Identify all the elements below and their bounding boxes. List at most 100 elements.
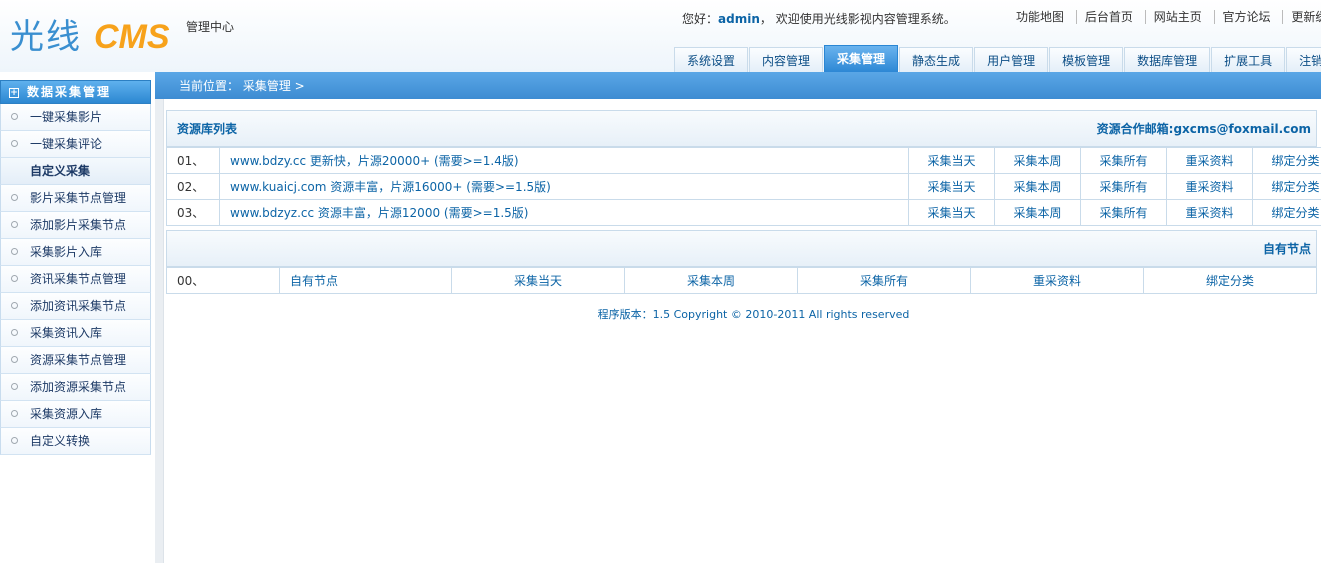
sidebar-item-news-nodes[interactable]: 资讯采集节点管理 [0, 266, 151, 293]
collect-all-link[interactable]: 采集所有 [1080, 147, 1167, 174]
table-row: 03、 www.bdzyz.cc 资源丰富，片源12000 (需要>=1.5版)… [166, 199, 1321, 226]
welcome-suffix: ， 欢迎使用光线影视内容管理系统。 [759, 12, 956, 26]
sidebar-item-import-movies[interactable]: 采集影片入库 [0, 239, 151, 266]
bind-category-link[interactable]: 绑定分类 [1143, 267, 1317, 294]
top-link-function-map[interactable]: 功能地图 [1008, 10, 1072, 24]
bind-category-link[interactable]: 绑定分类 [1252, 199, 1321, 226]
sidebar-item-label: 采集资讯入库 [30, 326, 103, 340]
top-link-forum[interactable]: 官方论坛 [1213, 10, 1279, 24]
sidebar-item-label: 资源采集节点管理 [30, 353, 127, 367]
resource-list-panel: 资源库列表 资源合作邮箱:gxcms@foxmail.com 01、 www.b… [166, 110, 1321, 226]
recollect-link[interactable]: 重采资料 [1166, 147, 1253, 174]
sidebar-item-label: 一键采集评论 [30, 137, 103, 151]
sidebar-item-resource-nodes[interactable]: 资源采集节点管理 [0, 347, 151, 374]
sidebar-item-custom-convert[interactable]: 自定义转换 [0, 428, 151, 455]
welcome-prefix: 您好： [682, 12, 719, 26]
bullet-icon [11, 140, 18, 147]
sidebar-item-label: 添加资讯采集节点 [30, 299, 127, 313]
bullet-icon [11, 275, 18, 282]
bullet-icon [11, 410, 18, 417]
tab-system-settings[interactable]: 系统设置 [674, 47, 749, 73]
sidebar-item-add-news-node[interactable]: 添加资讯采集节点 [0, 293, 151, 320]
bullet-icon [11, 383, 18, 390]
breadcrumb: 当前位置： 采集管理 > [179, 72, 305, 100]
top-links: 功能地图 后台首页 网站主页 官方论坛 更新缓存 [1008, 10, 1321, 24]
resource-link[interactable]: www.kuaicj.com 资源丰富，片源16000+ (需要>=1.5版) [219, 173, 909, 200]
resource-list-title: 资源库列表 [177, 122, 238, 136]
bind-category-link[interactable]: 绑定分类 [1252, 147, 1321, 174]
sidebar: + 数据采集管理 一键采集影片 一键采集评论 自定义采集 影片采集节点管理 添加影… [0, 80, 151, 455]
top-link-admin-home[interactable]: 后台首页 [1075, 10, 1141, 24]
bind-category-link[interactable]: 绑定分类 [1252, 173, 1321, 200]
sidebar-item-label: 自定义转换 [30, 434, 91, 448]
collect-today-link[interactable]: 采集当天 [908, 199, 995, 226]
collect-today-link[interactable]: 采集当天 [451, 267, 625, 294]
resource-link[interactable]: www.bdzy.cc 更新快，片源20000+ (需要>=1.4版) [219, 147, 909, 174]
row-number: 02、 [166, 173, 220, 200]
contact-email: 资源合作邮箱:gxcms@foxmail.com [1096, 122, 1311, 136]
tab-collection-management[interactable]: 采集管理 [824, 45, 899, 73]
recollect-link[interactable]: 重采资料 [1166, 173, 1253, 200]
top-link-site-home[interactable]: 网站主页 [1144, 10, 1210, 24]
bullet-icon [11, 329, 18, 336]
sidebar-item-add-resource-node[interactable]: 添加资源采集节点 [0, 374, 151, 401]
breadcrumb-path[interactable]: 采集管理 > [243, 79, 305, 93]
own-nodes-header: 自有节点 [166, 230, 1317, 267]
sidebar-item-import-resources[interactable]: 采集资源入库 [0, 401, 151, 428]
own-nodes-table: 00、 自有节点 采集当天 采集本周 采集所有 重采资料 绑定分类 [166, 267, 1317, 294]
tab-user-management[interactable]: 用户管理 [974, 47, 1049, 73]
sidebar-item-import-news[interactable]: 采集资讯入库 [0, 320, 151, 347]
resource-table: 01、 www.bdzy.cc 更新快，片源20000+ (需要>=1.4版) … [166, 147, 1321, 226]
sidebar-item-movie-nodes[interactable]: 影片采集节点管理 [0, 185, 151, 212]
tab-logout[interactable]: 注销登录 [1286, 47, 1321, 73]
tab-content-management[interactable]: 内容管理 [749, 47, 824, 73]
bullet-icon [11, 437, 18, 444]
own-nodes-panel: 自有节点 00、 自有节点 采集当天 采集本周 采集所有 重采资料 绑定分类 [166, 230, 1317, 294]
breadcrumb-prefix: 当前位置： [179, 79, 240, 93]
bullet-icon [11, 221, 18, 228]
tab-template-management[interactable]: 模板管理 [1049, 47, 1124, 73]
collect-all-link[interactable]: 采集所有 [797, 267, 971, 294]
username: admin [718, 12, 760, 26]
top-link-refresh-cache[interactable]: 更新缓存 [1282, 10, 1321, 24]
sidebar-item-label: 添加资源采集节点 [30, 380, 127, 394]
collect-week-link[interactable]: 采集本周 [994, 147, 1081, 174]
layout-divider [155, 99, 164, 563]
table-row: 00、 自有节点 采集当天 采集本周 采集所有 重采资料 绑定分类 [166, 267, 1317, 294]
bullet-icon [11, 356, 18, 363]
table-row: 02、 www.kuaicj.com 资源丰富，片源16000+ (需要>=1.… [166, 173, 1321, 200]
recollect-link[interactable]: 重采资料 [1166, 199, 1253, 226]
sidebar-header[interactable]: + 数据采集管理 [0, 80, 151, 104]
collect-today-link[interactable]: 采集当天 [908, 147, 995, 174]
collect-week-link[interactable]: 采集本周 [624, 267, 798, 294]
sidebar-item-one-click-movies[interactable]: 一键采集影片 [0, 104, 151, 131]
row-number: 03、 [166, 199, 220, 226]
bullet-icon [11, 302, 18, 309]
collect-week-link[interactable]: 采集本周 [994, 199, 1081, 226]
header: 光线 CMS 管理中心 您好：admin， 欢迎使用光线影视内容管理系统。 功能… [0, 0, 1321, 73]
expand-icon: + [9, 88, 19, 98]
collect-week-link[interactable]: 采集本周 [994, 173, 1081, 200]
own-node-link[interactable]: 自有节点 [279, 267, 452, 294]
bullet-icon [11, 248, 18, 255]
sidebar-item-label: 添加影片采集节点 [30, 218, 127, 232]
welcome-message: 您好：admin， 欢迎使用光线影视内容管理系统。 [682, 10, 956, 27]
sidebar-item-add-movie-node[interactable]: 添加影片采集节点 [0, 212, 151, 239]
collect-all-link[interactable]: 采集所有 [1080, 199, 1167, 226]
main-nav-tabs: 系统设置内容管理采集管理静态生成用户管理模板管理数据库管理扩展工具注销登录 [674, 45, 1321, 73]
resource-link[interactable]: www.bdzyz.cc 资源丰富，片源12000 (需要>=1.5版) [219, 199, 909, 226]
sidebar-item-one-click-comments[interactable]: 一键采集评论 [0, 131, 151, 158]
own-nodes-title: 自有节点 [1262, 242, 1311, 256]
tab-extension-tools[interactable]: 扩展工具 [1211, 47, 1286, 73]
collect-today-link[interactable]: 采集当天 [908, 173, 995, 200]
sidebar-item-label: 采集资源入库 [30, 407, 103, 421]
bullet-icon [11, 194, 18, 201]
logo-subtitle: 管理中心 [186, 20, 235, 34]
sidebar-item-label: 一键采集影片 [30, 110, 103, 124]
sidebar-item-label: 采集影片入库 [30, 245, 103, 259]
collect-all-link[interactable]: 采集所有 [1080, 173, 1167, 200]
tab-static-generation[interactable]: 静态生成 [899, 47, 974, 73]
recollect-link[interactable]: 重采资料 [970, 267, 1144, 294]
logo-text-en: CMS [94, 18, 170, 56]
tab-database-management[interactable]: 数据库管理 [1124, 47, 1211, 73]
